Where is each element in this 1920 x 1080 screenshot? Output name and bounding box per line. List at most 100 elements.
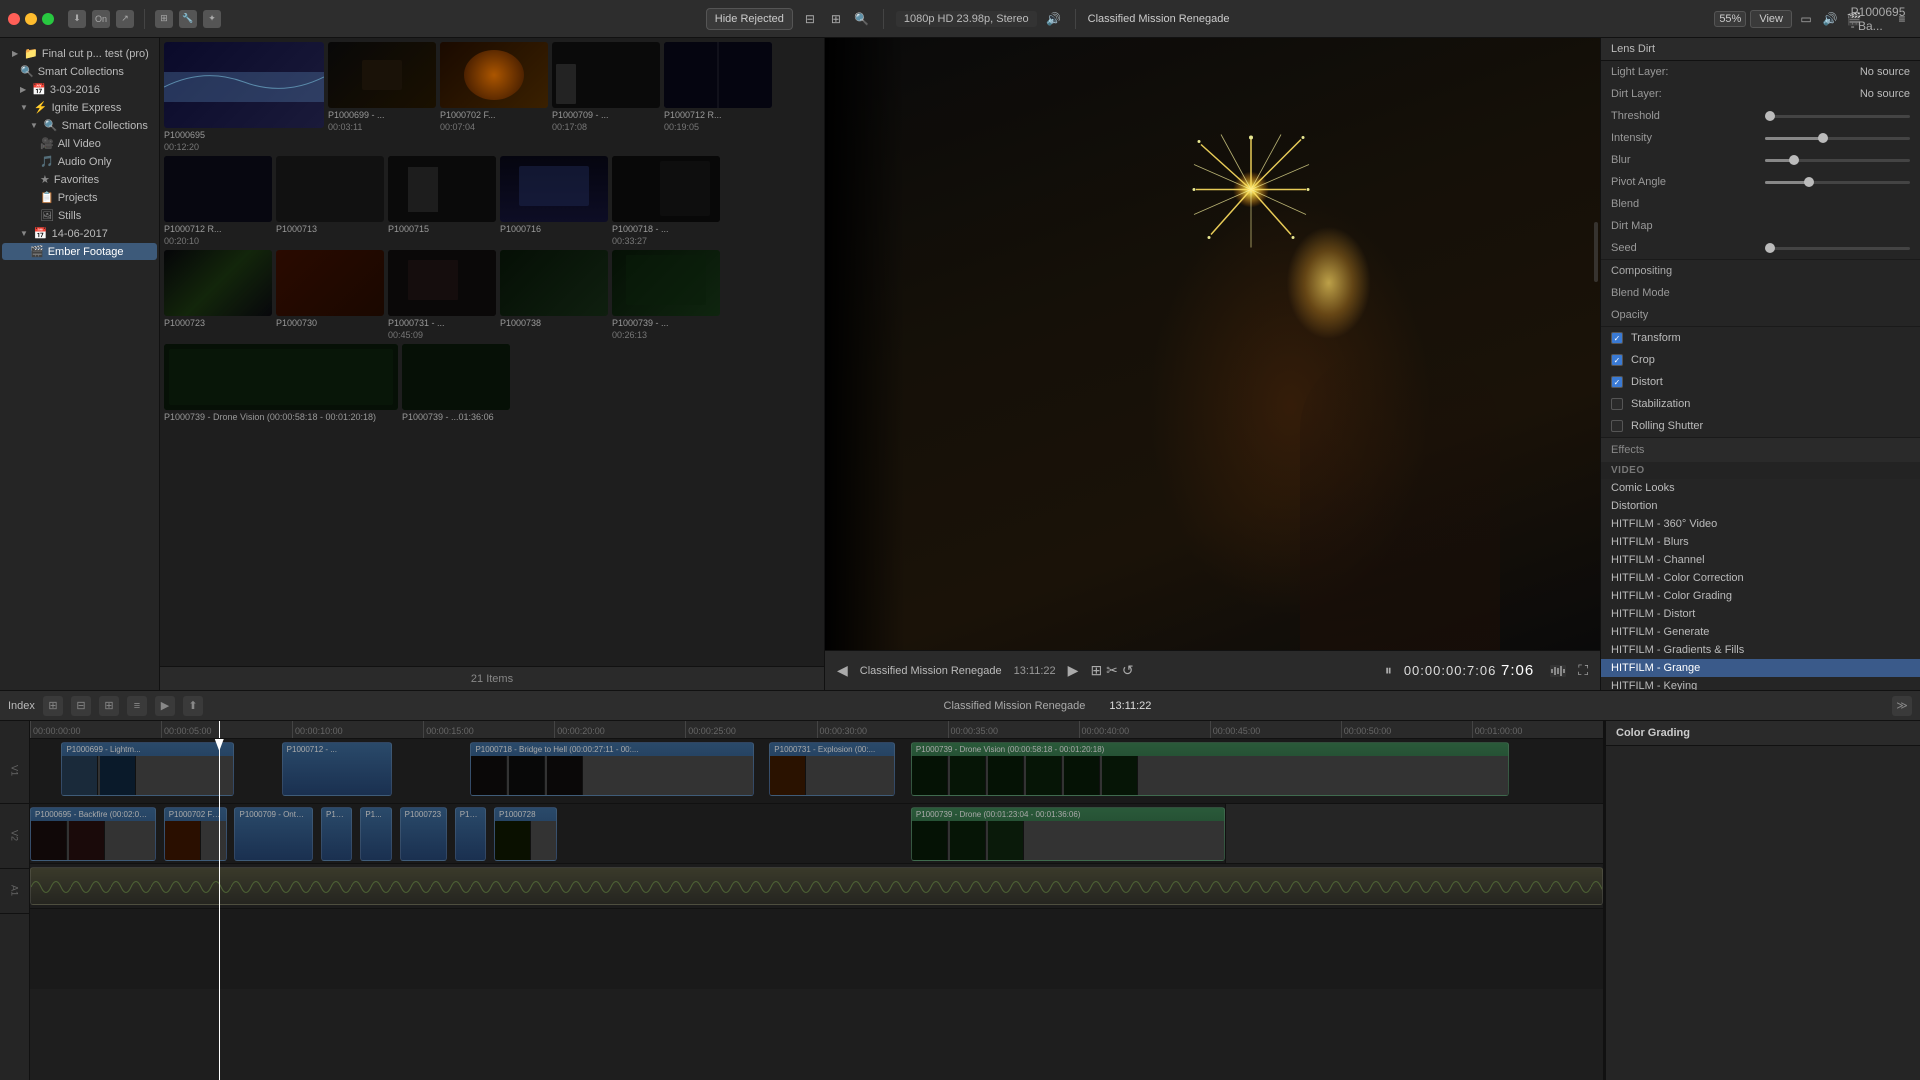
table-row[interactable]: P1000699 - Lightm... bbox=[61, 742, 234, 796]
play-pause-button[interactable]: ⏸ bbox=[1385, 662, 1392, 679]
table-row[interactable]: P1... bbox=[360, 807, 391, 861]
sidebar-item-stills[interactable]: 🖼 Stills bbox=[2, 207, 157, 224]
list-item[interactable]: P1000712 R... 00:20:10 bbox=[164, 156, 272, 246]
table-row[interactable]: P1000739 - Drone (00:01:23:04 - 00:01:36… bbox=[911, 807, 1226, 861]
sidebar-item-library[interactable]: ▶ 📁 Final cut p... test (pro) bbox=[2, 45, 157, 62]
table-row[interactable]: P1000702 Fire Eye bbox=[164, 807, 227, 861]
effect-item-hitfilm-grange[interactable]: HITFILM - Grange bbox=[1601, 659, 1920, 677]
transform-checkbox[interactable]: ✓ bbox=[1611, 332, 1623, 344]
timeline-btn-2[interactable]: ⊟ bbox=[71, 696, 91, 716]
sidebar-item-smart-collections-top[interactable]: 🔍 Smart Collections bbox=[2, 63, 157, 80]
effect-item-hitfilm-keying[interactable]: HITFILM - Keying bbox=[1601, 677, 1920, 690]
sidebar-item-ember-footage[interactable]: 🎬 Ember Footage bbox=[2, 243, 157, 260]
speaker-icon[interactable]: 🔊 bbox=[1045, 10, 1063, 28]
list-item[interactable]: P1000709 - ... 00:17:08 bbox=[552, 42, 660, 152]
dirt-layer-value[interactable]: No source bbox=[1860, 88, 1910, 100]
effect-item-hitfilm-distort[interactable]: HITFILM - Distort bbox=[1601, 605, 1920, 623]
onyx-icon[interactable]: On bbox=[92, 10, 110, 28]
sidebar-item-ignite[interactable]: ▼ ⚡ Ignite Express bbox=[2, 99, 157, 116]
effects-icon[interactable]: ✦ bbox=[203, 10, 221, 28]
resize-icon[interactable]: ⊞ bbox=[1090, 662, 1102, 679]
seed-slider[interactable] bbox=[1765, 247, 1911, 250]
panel2-icon[interactable]: 🔊 bbox=[1820, 9, 1840, 29]
table-row[interactable]: P1000739 - Drone Vision (00:00:58:18 - 0… bbox=[911, 742, 1509, 796]
tools-icon[interactable]: 🔧 bbox=[179, 10, 197, 28]
table-row[interactable] bbox=[30, 867, 1603, 905]
table-row[interactable]: P1000712 - ... bbox=[282, 742, 392, 796]
stabilization-checkbox[interactable] bbox=[1611, 398, 1623, 410]
threshold-slider[interactable] bbox=[1765, 115, 1911, 118]
table-row[interactable]: P1000731 - Explosion (00:... bbox=[769, 742, 895, 796]
effect-item-hitfilm-blur[interactable]: HITFILM - Blurs bbox=[1601, 533, 1920, 551]
panel4-icon[interactable]: ≡ bbox=[1892, 9, 1912, 29]
import-icon[interactable]: ⬇ bbox=[68, 10, 86, 28]
effect-item-hitfilm-gradients[interactable]: HITFILM - Gradients & Fills bbox=[1601, 641, 1920, 659]
light-layer-value[interactable]: No source bbox=[1860, 66, 1910, 78]
zoom-selector[interactable]: 55% bbox=[1714, 11, 1746, 27]
list-item[interactable]: P1000716 bbox=[500, 156, 608, 246]
timeline-btn-1[interactable]: ⊞ bbox=[43, 696, 63, 716]
sidebar-item-audio-only[interactable]: 🎵 Audio Only bbox=[2, 153, 157, 170]
table-row[interactable]: P1000709 - Onto Ledge bbox=[234, 807, 313, 861]
timeline-btn-4[interactable]: ≡ bbox=[127, 696, 147, 716]
list-item[interactable]: P1000739 - ...01:36:06 bbox=[402, 344, 510, 422]
table-row[interactable]: P1000695 - Backfire (00:02:07:04 - ... bbox=[30, 807, 156, 861]
sidebar-item-all-video[interactable]: 🎥 All Video bbox=[2, 135, 157, 152]
sidebar-item-date-2017[interactable]: ▼ 📅 14-06-2017 bbox=[2, 225, 157, 242]
distort-checkbox[interactable]: ✓ bbox=[1611, 376, 1623, 388]
fullscreen-viewer-icon[interactable]: ⛶ bbox=[1578, 662, 1588, 679]
nav-left-icon[interactable]: ◀ bbox=[837, 662, 848, 679]
intensity-slider[interactable] bbox=[1765, 137, 1911, 140]
cut-icon[interactable]: ✂ bbox=[1106, 662, 1118, 679]
list-item[interactable]: P1000731 - ... 00:45:09 bbox=[388, 250, 496, 340]
list-item[interactable]: P1000718 - ... 00:33:27 bbox=[612, 156, 720, 246]
list-item[interactable]: P1000723 bbox=[164, 250, 272, 340]
list-item[interactable]: P1000715 bbox=[388, 156, 496, 246]
list-item[interactable]: P1000699 - ... 00:03:11 bbox=[328, 42, 436, 152]
timeline-btn-5[interactable]: ▶ bbox=[155, 696, 175, 716]
table-row[interactable]: P1000718 - Bridge to Hell (00:00:27:11 -… bbox=[470, 742, 753, 796]
sidebar-item-date-2016[interactable]: ▶ 📅 3-03-2016 bbox=[2, 81, 157, 98]
list-item[interactable]: P1000713 bbox=[276, 156, 384, 246]
effect-item-hitfilm-color-correction[interactable]: HITFILM - Color Correction bbox=[1601, 569, 1920, 587]
table-row[interactable]: P1000728 bbox=[494, 807, 557, 861]
filter-icon[interactable]: ⊟ bbox=[801, 10, 819, 28]
nav-right-icon[interactable]: ▶ bbox=[1068, 662, 1079, 679]
list-item[interactable]: P1000730 bbox=[276, 250, 384, 340]
effect-item-hitfilm-generate[interactable]: HITFILM - Generate bbox=[1601, 623, 1920, 641]
minimize-button[interactable] bbox=[25, 13, 37, 25]
share-icon[interactable]: ↗ bbox=[116, 10, 134, 28]
list-item[interactable]: P1000695 00:12:20 bbox=[164, 42, 324, 152]
table-row[interactable]: P1000723 bbox=[400, 807, 447, 861]
loop-icon[interactable]: ↺ bbox=[1122, 662, 1134, 679]
timeline-collapse-btn[interactable]: ≫ bbox=[1892, 696, 1912, 716]
effect-item-hitfilm-color-grading[interactable]: HITFILM - Color Grading bbox=[1601, 587, 1920, 605]
sidebar-item-favorites[interactable]: ★ Favorites bbox=[2, 171, 157, 188]
scrollbar-thumb[interactable] bbox=[1594, 222, 1598, 282]
effect-item-distortion[interactable]: Distortion bbox=[1601, 497, 1920, 515]
effect-item-hitfilm-channel[interactable]: HITFILM - Channel bbox=[1601, 551, 1920, 569]
sidebar-item-smart-coll2[interactable]: ▼ 🔍 Smart Collections bbox=[2, 117, 157, 134]
blur-slider[interactable] bbox=[1765, 159, 1911, 162]
close-button[interactable] bbox=[8, 13, 20, 25]
rolling-shutter-checkbox[interactable] bbox=[1611, 420, 1623, 432]
table-row[interactable]: P100... bbox=[455, 807, 486, 861]
list-item[interactable]: P1000702 F... 00:07:04 bbox=[440, 42, 548, 152]
grid-view-icon[interactable]: ⊞ bbox=[827, 10, 845, 28]
pivot-angle-slider[interactable] bbox=[1765, 181, 1911, 184]
list-item[interactable]: P1000739 - Drone Vision (00:00:58:18 - 0… bbox=[164, 344, 398, 422]
list-item[interactable]: P1000738 bbox=[500, 250, 608, 340]
timeline-btn-3[interactable]: ⊞ bbox=[99, 696, 119, 716]
view-button[interactable]: View bbox=[1750, 10, 1792, 28]
hide-rejected-button[interactable]: Hide Rejected bbox=[706, 8, 793, 30]
panel1-icon[interactable]: ▭ bbox=[1796, 9, 1816, 29]
grid-icon[interactable]: ⊞ bbox=[155, 10, 173, 28]
fullscreen-button[interactable] bbox=[42, 13, 54, 25]
table-row[interactable]: P100... bbox=[321, 807, 352, 861]
crop-checkbox[interactable]: ✓ bbox=[1611, 354, 1623, 366]
effect-item-hitfilm-360[interactable]: HITFILM - 360° Video bbox=[1601, 515, 1920, 533]
list-item[interactable]: P1000712 R... 00:19:05 bbox=[664, 42, 772, 152]
timeline-btn-6[interactable]: ⬆ bbox=[183, 696, 203, 716]
effect-item-comic-looks[interactable]: Comic Looks bbox=[1601, 479, 1920, 497]
search-icon[interactable]: 🔍 bbox=[853, 10, 871, 28]
